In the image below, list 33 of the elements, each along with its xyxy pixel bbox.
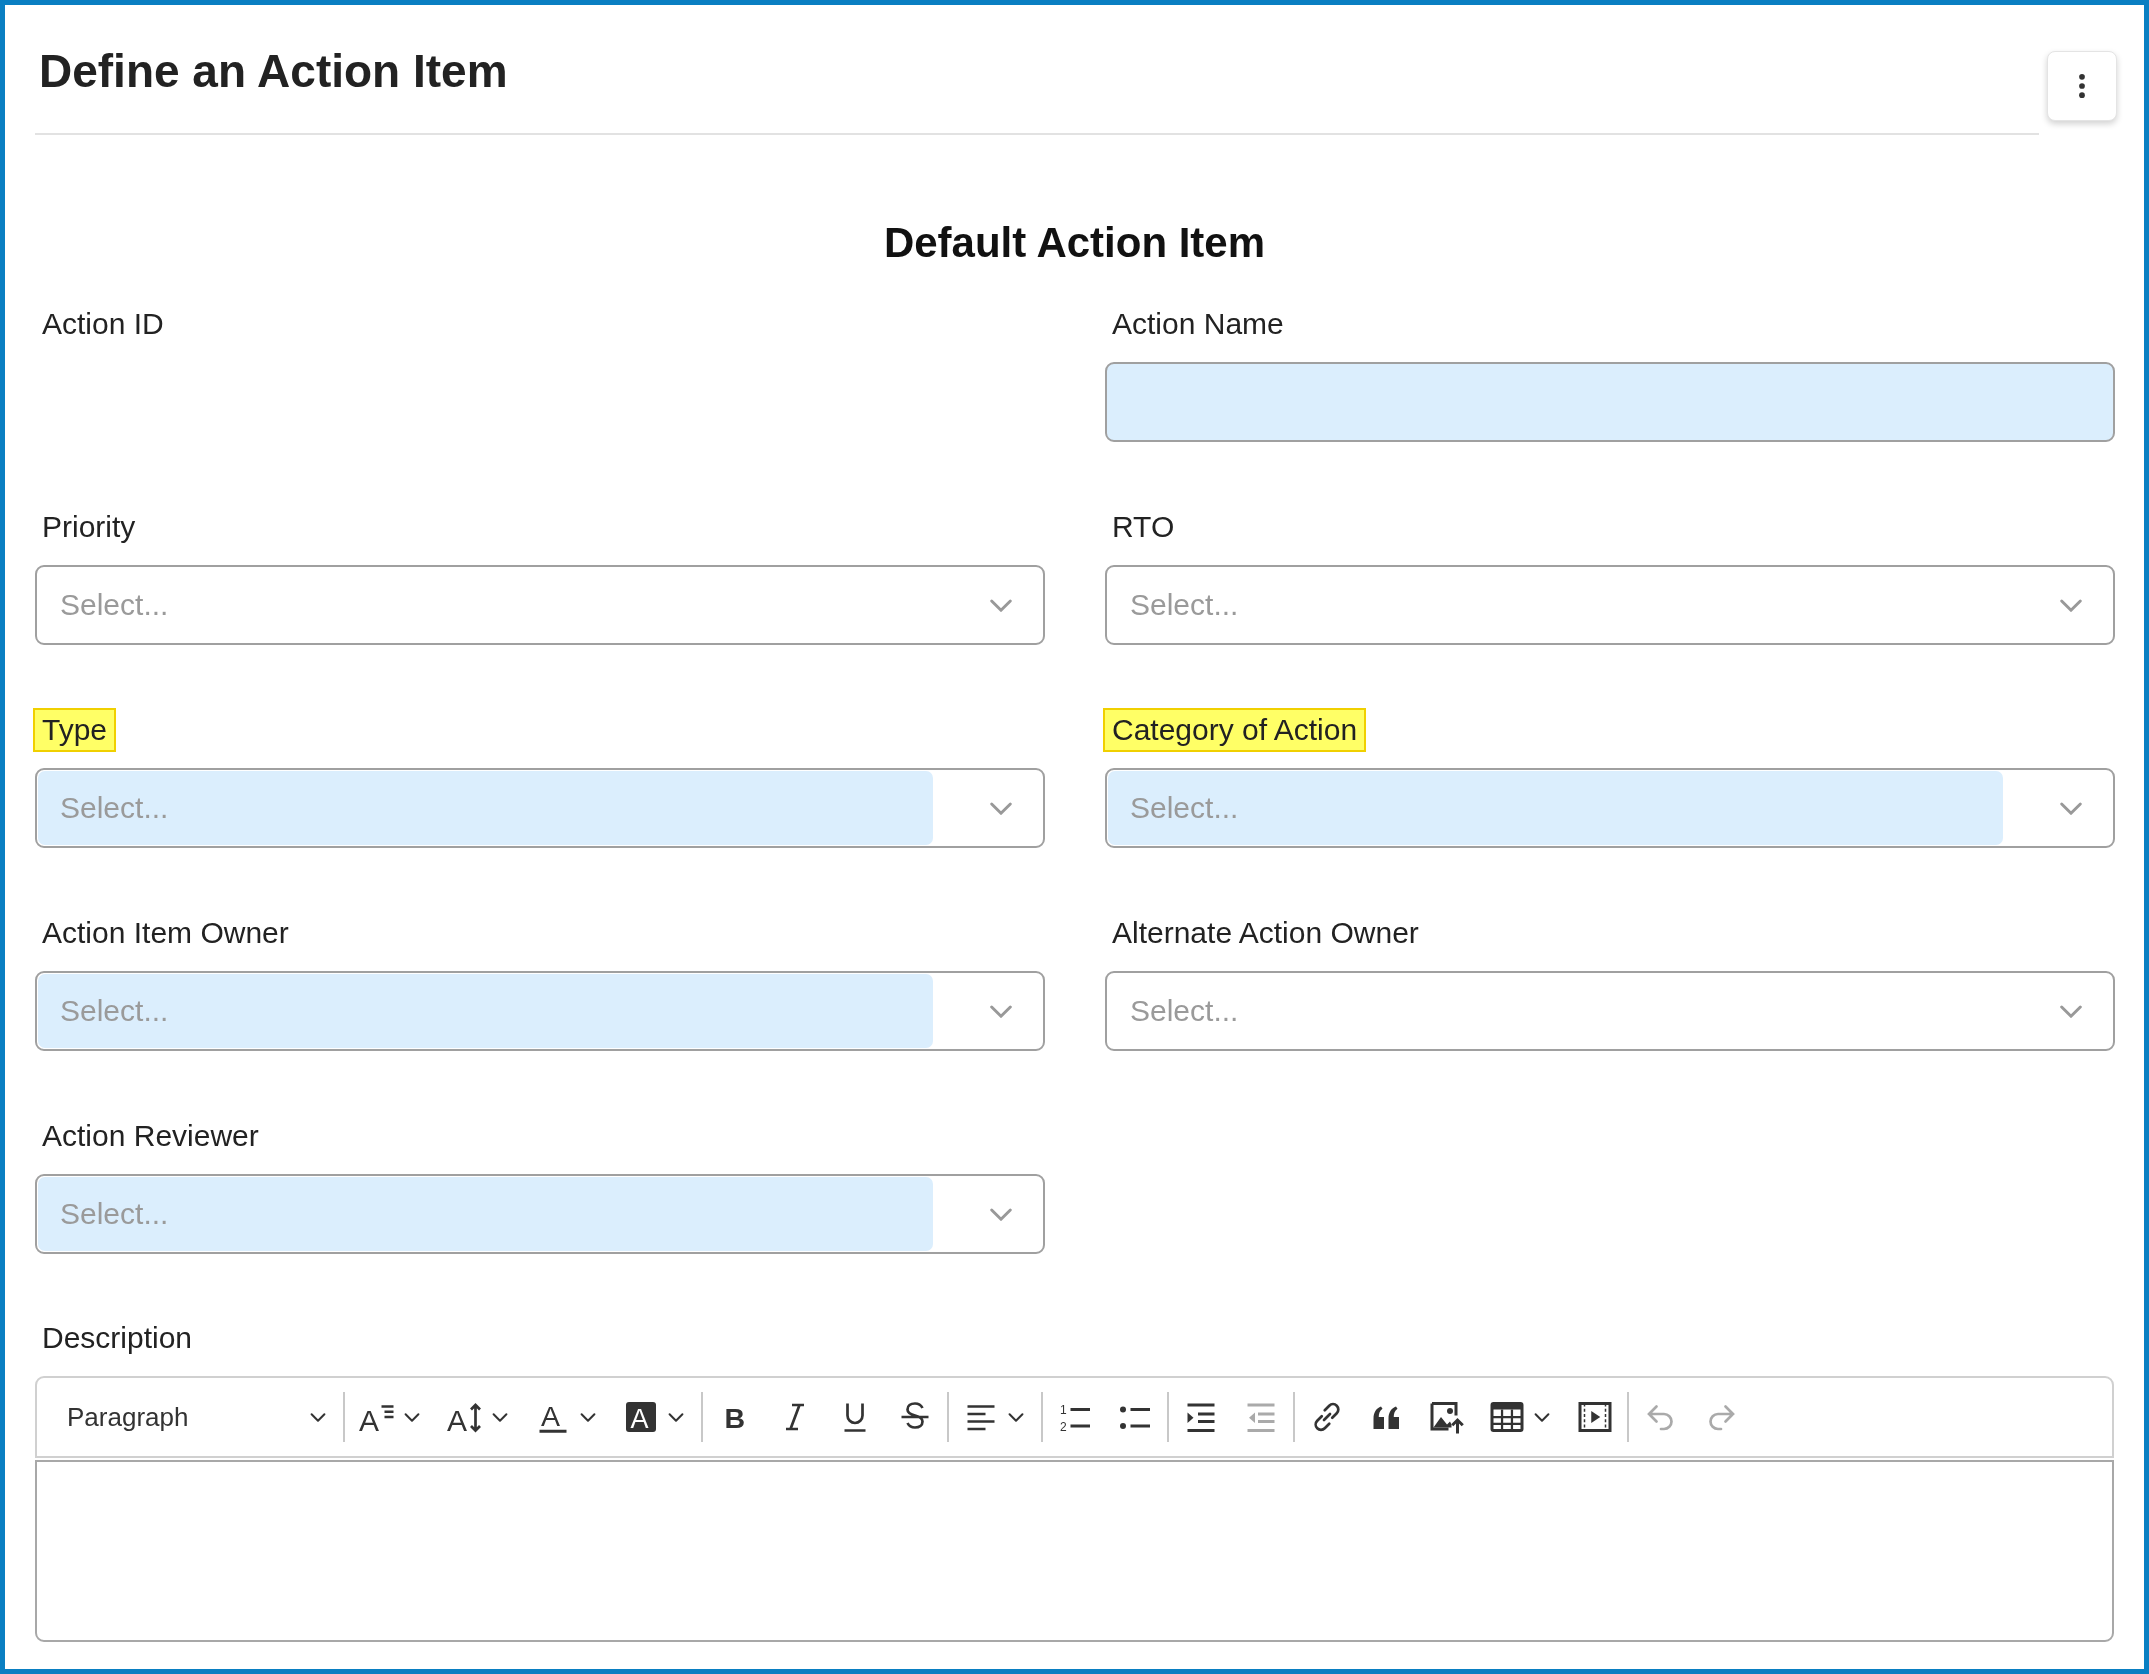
toolbar-button[interactable]: A — [351, 1393, 431, 1441]
highlight-icon: A — [623, 1399, 659, 1435]
select-placeholder: Select... — [1130, 994, 1239, 1028]
field-label: Alternate Action Owner — [1111, 915, 1420, 951]
field-label: Action Name — [1111, 306, 1285, 342]
toolbar-button[interactable]: B — [709, 1393, 761, 1441]
form-title: Default Action Item — [882, 218, 1267, 268]
select-placeholder: Select... — [1130, 791, 1239, 825]
text-input[interactable] — [1105, 362, 2115, 442]
toolbar-button[interactable]: A — [615, 1393, 695, 1441]
select-placeholder: Select... — [60, 791, 169, 825]
toolbar-button[interactable]: A — [439, 1393, 519, 1441]
field-label: Action Reviewer — [41, 1118, 260, 1154]
field-label: Action Item Owner — [41, 915, 290, 951]
toolbar-button[interactable]: A — [527, 1393, 607, 1441]
toolbar-button[interactable]: 1 2 — [1049, 1393, 1101, 1441]
paragraph-dropdown[interactable]: Paragraph — [57, 1395, 337, 1439]
field-label: Action ID — [41, 306, 165, 342]
select-placeholder: Select... — [60, 1197, 169, 1231]
select-placeholder: Select... — [1130, 588, 1239, 622]
field-label: Type — [33, 708, 117, 752]
film-icon — [1577, 1399, 1613, 1435]
image-upload-icon — [1429, 1399, 1465, 1435]
field-label: Category of Action — [1103, 708, 1367, 752]
bold-icon: B — [717, 1399, 753, 1435]
page-title: Define an Action Item — [39, 44, 508, 99]
select-placeholder: Select... — [60, 994, 169, 1028]
select-placeholder: Select... — [60, 588, 169, 622]
field-label: Description — [41, 1320, 194, 1356]
field-label: RTO — [1111, 509, 1176, 545]
table-icon — [1489, 1399, 1525, 1435]
field-label: Priority — [41, 509, 137, 545]
kebab-icon — [2079, 74, 2085, 98]
